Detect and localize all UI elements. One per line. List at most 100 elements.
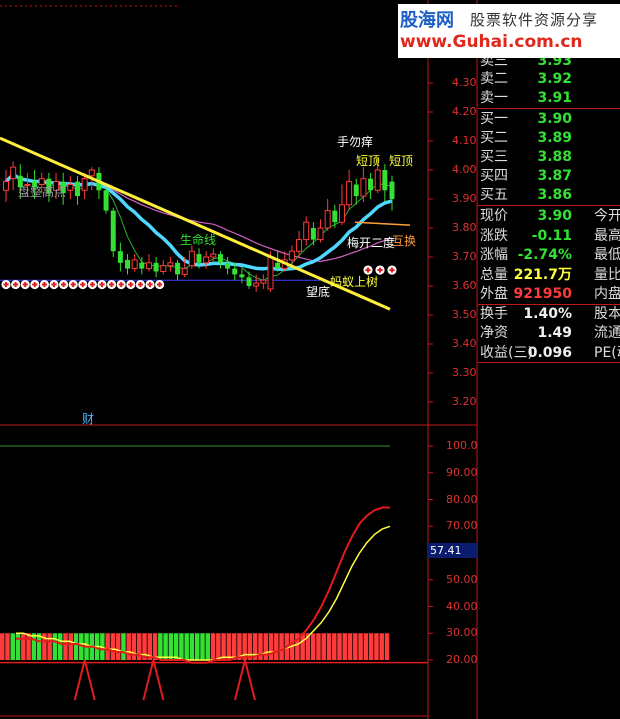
candle-body-up [296,239,303,252]
ind-histogram-bar [115,633,121,660]
ind-histogram-bar [131,633,137,660]
candle-body-down [275,262,281,269]
ind-histogram-bar [353,633,358,660]
annotation-bottom: 望底 [306,285,331,299]
candle-body-up [3,181,9,191]
ind-histogram-bar [179,633,184,660]
stat-value: -2.74% [517,247,572,263]
candle-body-down [382,170,388,191]
candle-body-up [210,253,217,258]
candle-body-down [117,251,123,263]
annotation-do-not-touch: 手勿痒 [337,135,374,149]
price-axis-label: 4.00 [452,163,477,176]
indicator-current-value: 57.41 [428,543,478,558]
ind-histogram-bar [231,633,237,660]
order-row-buy5[interactable]: 买五 3.86 [480,186,620,205]
candle-body-down [139,262,145,269]
ind-histogram-bar [347,633,353,660]
annotation-cai: 财 [82,412,95,426]
candle-body-down [110,210,116,252]
stat-label-2: PE(动) [594,344,620,361]
price-axis-label: 3.60 [452,279,477,292]
ind-histogram-bar [358,633,363,660]
price-axis-label: 4.10 [452,134,477,147]
stat-value: 1.49 [537,325,572,341]
stat-value: 0.096 [527,344,572,361]
banner-slogan: 股票软件资源分享 [470,11,599,29]
candle-body-up [160,265,167,273]
stat-row: 换手 1.40% 股本 [480,305,620,324]
annotation-swap: 互换 [392,234,417,248]
order-row-sell2[interactable]: 卖二 3.92 [480,70,620,89]
stat-label-2: 最高 [594,227,620,244]
candle-body-down [175,262,181,275]
ind-histogram-bar [363,633,369,660]
stat-label: 涨跌 [480,227,508,244]
order-row-buy4[interactable]: 买四 3.87 [480,167,620,186]
candle-body-up [67,184,74,191]
ind-histogram-bar [168,633,174,660]
ind-histogram-bar [268,633,274,660]
order-row-sell1[interactable]: 卖一 3.91 [480,89,620,108]
candle-body-up [131,259,138,270]
ind-histogram-bar [0,633,5,660]
price-axis-label: 3.40 [452,337,477,350]
candle-body-up [338,204,345,223]
ind-histogram-bar [121,633,126,660]
ind-histogram-bar [63,633,68,660]
order-row-buy3[interactable]: 买三 3.88 [480,148,620,167]
ind-spike [142,659,165,701]
quote-panel: 4.50 卖三 3.93 卖二 3.92 卖一 3.91 买一 3.90 买二 … [478,0,620,719]
order-row-buy1[interactable]: 买一 3.90 [480,110,620,129]
candle-body-up [145,262,152,270]
candle-body-up [10,166,17,180]
ind-histogram-bar [300,633,305,660]
ind-histogram-bar [247,633,253,660]
candle-body-up [253,282,260,287]
stat-label-2: 内盘 [594,286,620,302]
banner-logo: 股海网 [400,10,454,31]
indicator-axis-label: 100.0 [446,439,478,452]
stat-label-2: 流通 [594,325,620,341]
ind-histogram-bar [205,633,211,660]
price-axis-label: 4.30 [452,76,477,89]
stat-row: 涨幅 -2.74% 最低 [480,246,620,265]
candle-body-up [317,227,324,241]
ind-histogram-bar [321,633,326,660]
candle-body-down [368,178,374,191]
stat-row: 涨跌 -0.11 最高 [480,227,620,246]
ind-histogram-bar [163,633,168,660]
stat-label: 收益(三) [480,344,533,361]
annotation-life-line: 生命线 [180,233,217,247]
indicator-axis-label: 30.00 [446,626,478,640]
price-axis-label: 3.80 [452,221,477,234]
stat-value: 921950 [513,286,572,302]
annotation-plum-open: 梅开二度 [347,236,396,250]
candle-body-up [374,169,381,191]
candle-body-up [288,250,295,261]
ind-histogram-bar [279,633,284,660]
order-row-buy2[interactable]: 买二 3.89 [480,129,620,148]
ind-histogram-bar [379,633,384,660]
indicator-axis-label: 20.00 [446,653,478,666]
annotation-ant-up: 蚂蚁上树 [330,275,379,289]
candle-body-up [203,256,210,264]
ind-histogram-bar [200,633,205,660]
indicator-axis-label: 40.00 [446,599,478,613]
price-axis-label: 4.20 [452,105,477,118]
candle-body-down [353,184,359,197]
candle-body-up [303,221,310,241]
ind-histogram-bar [342,633,348,660]
stat-row: 外盘 921950 内盘 [480,285,620,304]
ind-histogram-bar [274,633,279,660]
ind-histogram-bar [216,633,221,660]
indicator-axis-label: 90.00 [446,465,478,479]
candle-body-down [153,262,159,272]
stat-label: 换手 [480,305,508,322]
candle-body-down [225,262,231,269]
ind-histogram-bar [47,633,52,660]
candle-body-down [196,254,202,263]
ind-histogram-bar [52,633,58,660]
candle-body-down [239,274,245,278]
annotation-short-top-2: 短顶 [389,154,414,168]
